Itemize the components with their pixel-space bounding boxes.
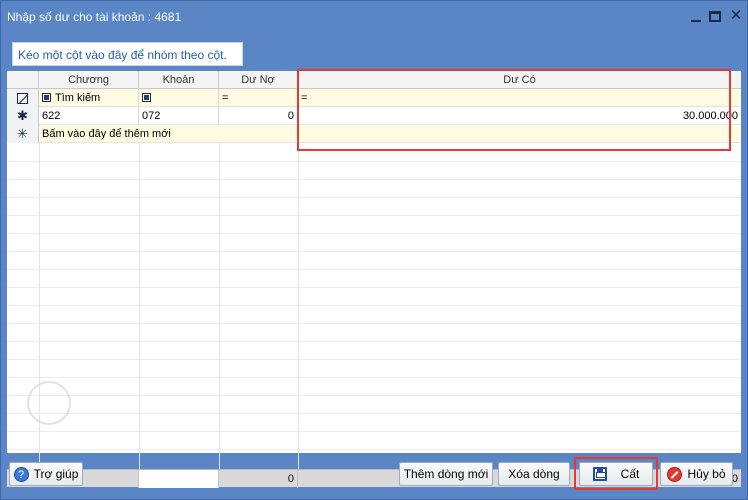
cell-khoan[interactable]: 072 — [139, 107, 219, 125]
filter-operator-icon[interactable] — [42, 93, 51, 102]
header-indicator — [7, 71, 39, 89]
delete-row-button[interactable]: Xóa dòng — [498, 462, 570, 486]
window-title: Nhập số dư cho tài khoản : 4681 — [7, 10, 182, 24]
cell-du-co[interactable]: 30.000.000 — [298, 107, 741, 125]
filter-du-co[interactable]: = — [298, 89, 741, 107]
grid-header-row: Chương Khoản Dư Nợ Dư Có — [7, 71, 741, 89]
help-icon: ? — [13, 466, 29, 482]
filter-chuong-text: Tìm kiếm — [55, 92, 101, 104]
help-button[interactable]: ? Trợ giúp — [9, 462, 83, 486]
new-row[interactable]: ✳ Bấm vào đây để thêm mới — [7, 125, 741, 143]
header-du-no[interactable]: Dư Nợ — [219, 71, 298, 89]
row-indicator: ✱ — [7, 107, 39, 125]
balance-grid: Chương Khoản Dư Nợ Dư Có Tìm kiếm = = ✱ … — [7, 71, 741, 488]
cell-du-no[interactable]: 0 — [219, 107, 298, 125]
filter-du-no[interactable]: = — [219, 89, 298, 107]
new-row-hint[interactable]: Bấm vào đây để thêm mới — [39, 125, 298, 143]
footer-khoan — [139, 470, 219, 488]
cancel-button-label: Hủy bỏ — [687, 467, 726, 481]
filter-operator-icon[interactable] — [142, 93, 151, 102]
filter-row-indicator — [7, 89, 39, 107]
cancel-icon — [667, 466, 683, 482]
save-button-label: Cất — [620, 467, 640, 481]
header-chuong[interactable]: Chương — [39, 71, 139, 89]
group-by-panel[interactable]: Kéo một cột vào đây để nhóm theo cột. — [7, 35, 741, 71]
table-row[interactable]: ✱ 622 072 0 30.000.000 — [7, 107, 741, 125]
minimize-icon[interactable] — [689, 9, 703, 23]
cancel-button[interactable]: Hủy bỏ — [660, 462, 733, 486]
watermark-stamp — [27, 381, 71, 425]
save-icon — [592, 467, 607, 481]
header-khoan[interactable]: Khoản — [139, 71, 219, 89]
header-du-co[interactable]: Dư Có — [298, 71, 741, 89]
filter-khoan[interactable] — [139, 89, 219, 107]
cell-chuong[interactable]: 622 — [39, 107, 139, 125]
footer-du-no-total: 0 — [219, 470, 298, 488]
delete-row-button-label: Xóa dòng — [508, 467, 560, 481]
title-bar[interactable]: Nhập số dư cho tài khoản : 4681 ✕ — [1, 1, 747, 33]
dialog-window: Nhập số dư cho tài khoản : 4681 ✕ Kéo mộ… — [0, 0, 748, 500]
add-row-button[interactable]: Thêm dòng mới — [399, 462, 493, 486]
help-button-label: Trợ giúp — [33, 467, 79, 481]
new-row-du-co[interactable] — [298, 125, 741, 143]
maximize-icon[interactable] — [709, 11, 721, 22]
clear-filter-icon[interactable] — [17, 93, 28, 104]
close-icon[interactable]: ✕ — [729, 8, 743, 23]
add-row-button-label: Thêm dòng mới — [403, 467, 489, 481]
save-button[interactable]: Cất — [579, 462, 653, 486]
grid-container: Kéo một cột vào đây để nhóm theo cột. Ch… — [6, 34, 742, 488]
filter-row: Tìm kiếm = = — [7, 89, 741, 107]
filter-chuong[interactable]: Tìm kiếm — [39, 89, 139, 107]
new-row-indicator: ✳ — [7, 125, 39, 143]
group-by-hint: Kéo một cột vào đây để nhóm theo cột. — [12, 42, 243, 66]
edit-row-icon: ✱ — [17, 108, 28, 123]
new-row-icon: ✳ — [17, 126, 28, 141]
